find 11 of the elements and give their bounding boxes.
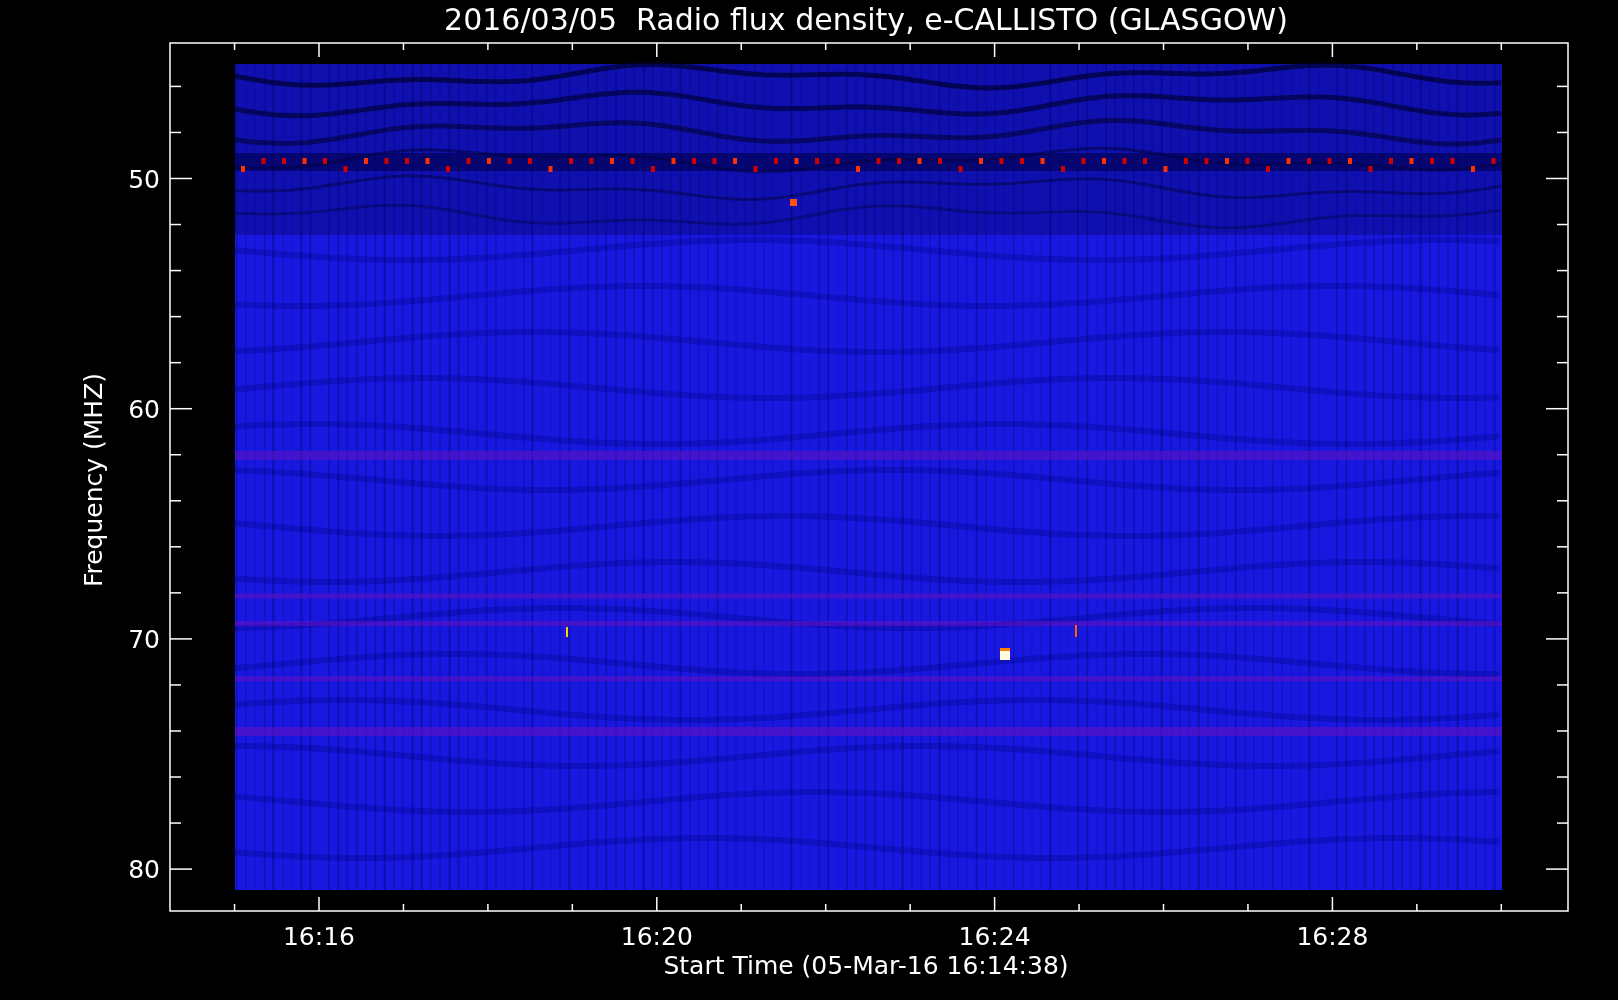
- y-tick-label: 70: [128, 624, 160, 654]
- y-tick-label: 50: [128, 164, 160, 194]
- x-tick-label: 16:24: [958, 922, 1031, 951]
- y-tick-label: 80: [128, 855, 160, 885]
- y-axis-label: Frequency (MHZ): [79, 372, 108, 588]
- x-tick-label: 16:16: [283, 922, 355, 951]
- plot-title: 2016/03/05 Radio flux density, e-CALLISTO (GLASGOW): [444, 2, 1288, 37]
- y-tick-label: 60: [128, 394, 160, 424]
- x-axis-label: Start Time (05-Mar-16 16:14:38): [663, 951, 1069, 980]
- x-tick-label: 16:28: [1296, 922, 1369, 951]
- x-tick-label: 16:20: [620, 922, 693, 951]
